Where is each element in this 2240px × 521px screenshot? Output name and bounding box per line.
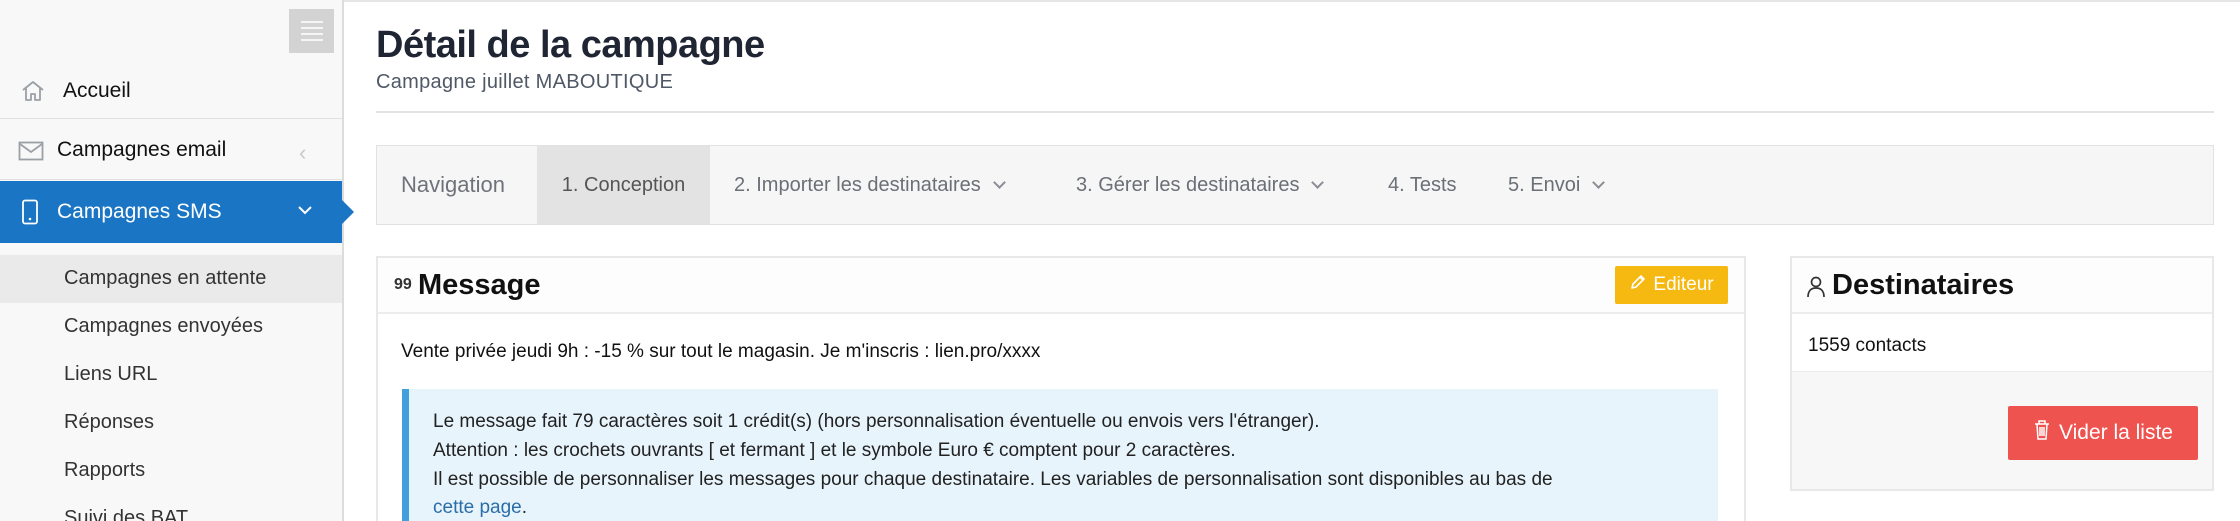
sidebar: Accueil Campagnes email ‹ Campagnes SMS … — [0, 0, 354, 521]
clear-list-label: Vider la liste — [2058, 421, 2173, 444]
hamburger-line — [300, 27, 323, 29]
sidebar-item-campagnes-sms[interactable]: Campagnes SMS — [0, 181, 354, 243]
step-gerer-destinataires[interactable]: 3. Gérer les destinataires — [1076, 146, 1325, 224]
step-navigation-label: Navigation — [401, 172, 505, 197]
step-label: 3. Gérer les destinataires — [1076, 173, 1300, 196]
recipients-panel: Destinataires 1559 contacts Vider la lis… — [1790, 256, 2214, 491]
info-punctuation: . — [521, 497, 528, 518]
trash-icon — [2033, 419, 2051, 447]
divider — [376, 111, 2214, 113]
sidebar-subitem-campagnes-envoyees[interactable]: Campagnes envoyées — [0, 303, 342, 351]
panel-header: Destinataires — [1792, 258, 2212, 314]
cette-page-link[interactable]: cette page — [433, 497, 522, 518]
panel-title: Message — [418, 269, 541, 301]
step-importer-destinataires[interactable]: 2. Importer les destinataires — [734, 146, 1006, 224]
sidebar-item-campagnes-email[interactable]: Campagnes email ‹ — [0, 120, 342, 180]
active-indicator — [342, 200, 354, 224]
sidebar-subitem-label: Campagnes envoyées — [64, 315, 264, 337]
sidebar-item-label: Accueil — [63, 79, 131, 102]
sidebar-item-label: Campagnes email — [57, 138, 227, 161]
panel-header: 99 Message Editeur — [378, 258, 1744, 314]
sidebar-subitem-label: Liens URL — [64, 363, 158, 385]
info-alert: Le message fait 79 caractères soit 1 cré… — [402, 389, 1718, 521]
sidebar-subitem-label: Suivi des BAT — [64, 507, 189, 521]
sidebar-item-accueil[interactable]: Accueil — [0, 63, 342, 119]
hamburger-line — [300, 21, 323, 23]
chevron-down-icon — [992, 175, 1006, 189]
chevron-down-icon — [296, 199, 314, 228]
step-label: 4. Tests — [1388, 173, 1457, 196]
step-label: 2. Importer les destinataires — [734, 173, 981, 196]
panel-title: Destinataires — [1832, 269, 2015, 301]
sidebar-subitem-campagnes-en-attente[interactable]: Campagnes en attente — [0, 255, 342, 303]
sidebar-subitem-reponses[interactable]: Réponses — [0, 399, 342, 447]
envelope-icon — [18, 141, 44, 166]
contacts-count: 1559 contacts — [1808, 335, 1927, 356]
pencil-icon — [1629, 273, 1647, 297]
message-panel: 99 Message Editeur Vente privée jeudi 9h… — [376, 256, 1746, 521]
sidebar-subitem-liens-url[interactable]: Liens URL — [0, 351, 342, 399]
home-icon — [20, 79, 46, 108]
user-icon — [1806, 275, 1826, 304]
sidebar-subitem-label: Réponses — [64, 411, 155, 433]
info-line: Attention : les crochets ouvrants [ et f… — [433, 440, 1236, 461]
chevron-left-icon: ‹ — [299, 140, 307, 165]
hamburger-line — [300, 33, 323, 35]
sidebar-subitem-rapports[interactable]: Rapports — [0, 447, 342, 495]
sidebar-subitem-label: Rapports — [64, 459, 146, 481]
clear-list-button[interactable]: Vider la liste — [2008, 406, 2198, 460]
menu-toggle-button[interactable] — [289, 9, 334, 53]
step-conception[interactable]: 1. Conception — [537, 146, 710, 224]
editor-button-label: Editeur — [1653, 274, 1714, 295]
step-label: 5. Envoi — [1508, 173, 1581, 196]
mobile-icon — [21, 199, 39, 230]
sidebar-subitem-suivi-des-bat[interactable]: Suivi des BAT — [0, 495, 342, 521]
step-label: 1. Conception — [561, 173, 686, 196]
editor-button[interactable]: Editeur — [1615, 266, 1728, 304]
quote-icon: 99 — [394, 276, 412, 293]
sidebar-item-label: Campagnes SMS — [57, 200, 222, 223]
hamburger-line — [300, 39, 323, 41]
info-line: Le message fait 79 caractères soit 1 cré… — [433, 411, 1320, 432]
message-text: Vente privée jeudi 9h : -15 % sur tout l… — [401, 341, 1041, 362]
page-subtitle: Campagne juillet MABOUTIQUE — [376, 71, 674, 93]
step-navigation: Navigation 1. Conception 2. Importer les… — [376, 145, 2214, 225]
step-tests[interactable]: 4. Tests — [1388, 146, 1457, 224]
step-envoi[interactable]: 5. Envoi — [1508, 146, 1606, 224]
info-line: cette page. — [433, 497, 527, 519]
info-line: Il est possible de personnaliser les mes… — [433, 469, 1553, 490]
sidebar-subitem-label: Campagnes en attente — [64, 267, 267, 289]
page-title: Détail de la campagne — [376, 24, 765, 66]
chevron-down-icon — [1311, 175, 1325, 189]
chevron-down-icon — [1592, 175, 1606, 189]
